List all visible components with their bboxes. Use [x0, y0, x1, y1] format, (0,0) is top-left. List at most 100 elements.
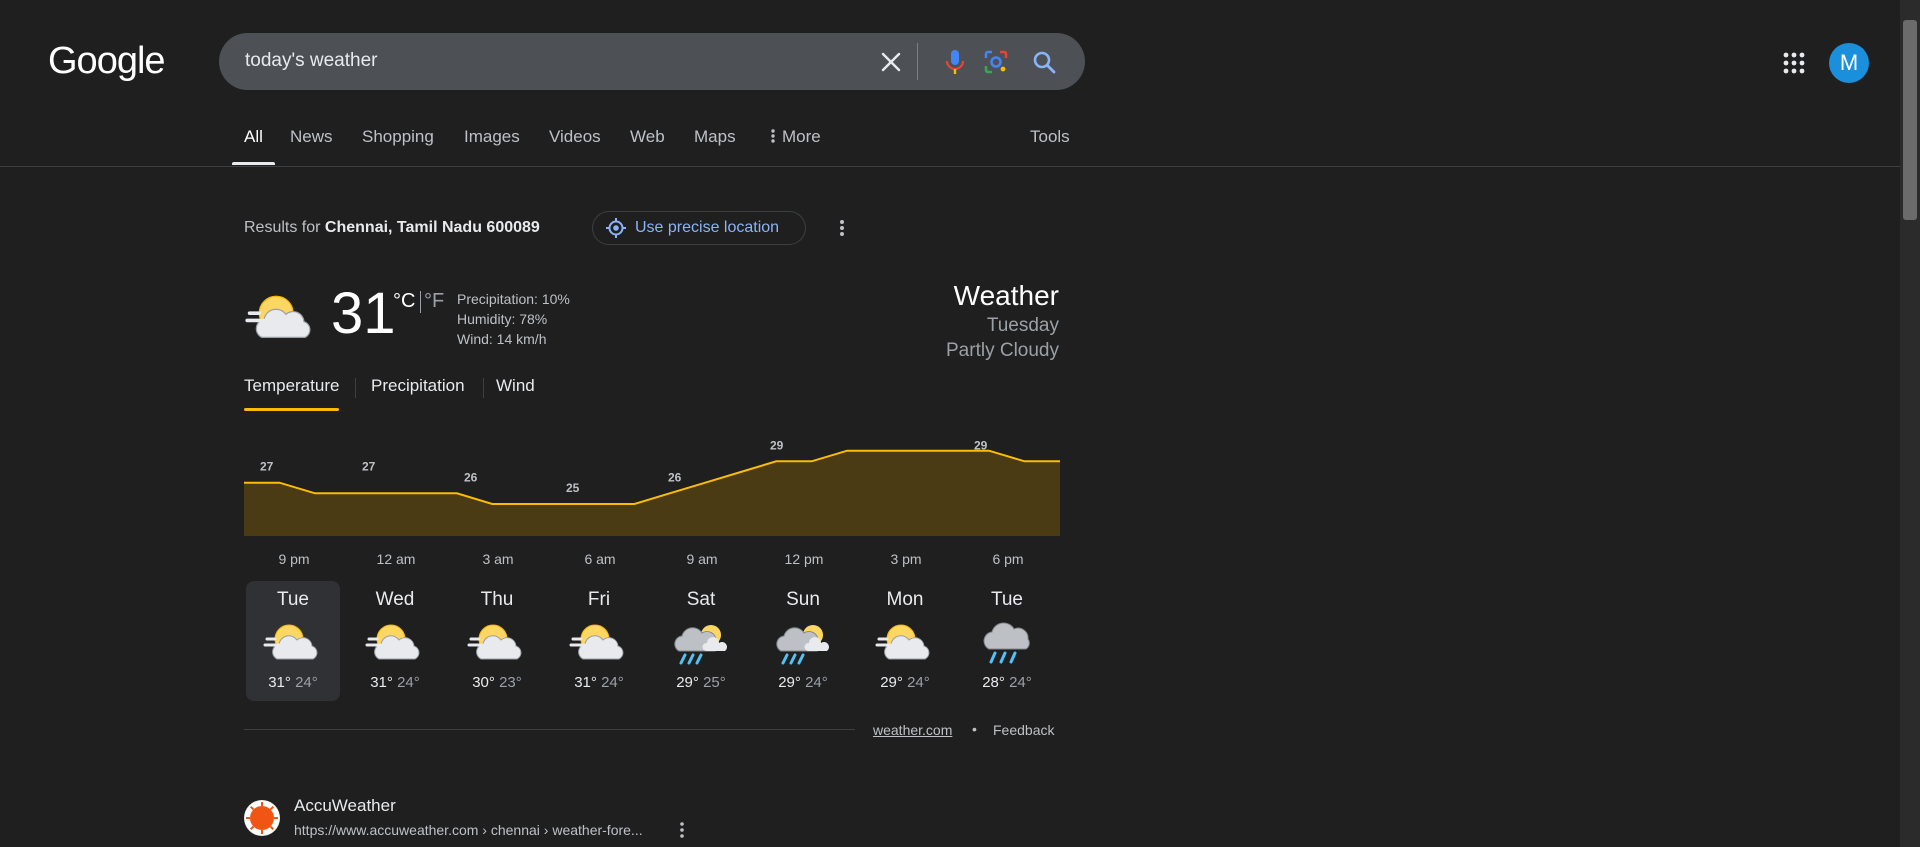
temperature-label: 30 [872, 440, 886, 442]
time-label: 12 am [377, 551, 416, 567]
time-label: 6 pm [992, 551, 1023, 567]
forecast-high: 29° [880, 674, 903, 691]
subtab-wind[interactable]: Wind [496, 376, 535, 396]
forecast-temps: 28° 24° [960, 674, 1054, 691]
time-label: 9 pm [278, 551, 309, 567]
temperature-chart[interactable]: 27 27 26 25 26 29 30 29 9 pm 12 am 3 am 6 am 9 am 12… [244, 440, 1060, 580]
forecast-temps: 31° 24° [552, 674, 646, 691]
forecast-day-name: Thu [480, 589, 514, 610]
temperature-label: 27 [260, 460, 274, 474]
scattered-thunderstorms-icon [671, 619, 731, 667]
header: Google today's weather M All News Shoppi… [0, 0, 1900, 167]
time-label: 12 pm [785, 551, 824, 567]
tab-videos[interactable]: Videos [549, 127, 601, 165]
weather-summary: Weather Tuesday Partly Cloudy [946, 279, 1059, 363]
tab-maps[interactable]: Maps [694, 127, 736, 165]
feedback-link[interactable]: Feedback [993, 722, 1054, 738]
forecast-day[interactable]: Thu 30° 23° [450, 581, 544, 701]
humidity-detail: Humidity: 78% [457, 311, 548, 327]
search-box[interactable]: today's weather [219, 33, 1085, 90]
forecast-low: 24° [397, 674, 420, 691]
more-vert-icon[interactable] [670, 818, 694, 842]
footer-separator: • [972, 721, 977, 737]
forecast-temps: 29° 24° [756, 674, 850, 691]
partly-cloudy-icon [244, 289, 318, 347]
forecast-day[interactable]: Fri 31° 24° [552, 581, 646, 701]
temperature-label: 29 [974, 440, 988, 452]
tools-button[interactable]: Tools [1030, 127, 1070, 147]
time-labels: 9 pm 12 am 3 am 6 am 9 am 12 pm 3 pm 6 pm [278, 551, 1023, 567]
source-link[interactable]: weather.com [873, 722, 952, 738]
partly-cloudy-icon [365, 619, 425, 667]
forecast-day-name: Fri [587, 589, 611, 610]
mic-icon[interactable] [938, 45, 972, 79]
use-precise-location-button[interactable]: Use precise location [592, 211, 806, 245]
forecast-day[interactable]: Tue 31° 24° [246, 581, 340, 701]
time-label: 3 am [482, 551, 513, 567]
apps-grid-icon[interactable] [1777, 46, 1811, 80]
forecast-temps: 31° 24° [348, 674, 442, 691]
search-icon[interactable] [1027, 45, 1061, 79]
forecast-day-name: Sat [686, 589, 716, 610]
google-logo[interactable]: Google [48, 40, 166, 83]
daily-forecast: Tue 31° 24° Wed 31° 24° Thu 30° 23° Fri 31° 24°… [244, 581, 1060, 701]
accuweather-favicon [244, 800, 280, 836]
temperature-label: 29 [770, 440, 784, 452]
close-icon[interactable] [874, 45, 908, 79]
temperature-label: 26 [668, 470, 682, 484]
weather-details: Precipitation: 10% Humidity: 78% Wind: 1… [457, 289, 570, 349]
subtab-divider [483, 378, 484, 398]
forecast-temps: 31° 24° [246, 674, 340, 691]
subtab-temperature[interactable]: Temperature [244, 376, 340, 411]
celsius-toggle[interactable]: °C [393, 290, 415, 313]
temperature-label: 27 [362, 460, 376, 474]
search-input[interactable]: today's weather [245, 50, 377, 72]
current-temperature: 31 [331, 281, 396, 346]
location-target-icon [606, 218, 626, 238]
scrollbar-thumb[interactable] [1903, 20, 1917, 220]
time-label: 9 am [686, 551, 717, 567]
forecast-day[interactable]: Tue 28° 24° [960, 581, 1054, 701]
forecast-low: 25° [703, 674, 726, 691]
forecast-day[interactable]: Wed 31° 24° [348, 581, 442, 701]
forecast-day-name: Tue [276, 589, 310, 610]
tab-news[interactable]: News [290, 127, 333, 165]
tab-shopping[interactable]: Shopping [362, 127, 434, 165]
more-vert-icon [771, 129, 775, 143]
time-label: 3 pm [890, 551, 921, 567]
partly-cloudy-icon [875, 619, 935, 667]
forecast-day-name: Tue [990, 589, 1024, 610]
tab-images[interactable]: Images [464, 127, 520, 165]
lens-icon[interactable] [979, 45, 1013, 79]
partly-cloudy-icon [467, 619, 527, 667]
location-name: Chennai, Tamil Nadu 600089 [324, 219, 540, 236]
more-vert-icon[interactable] [826, 212, 858, 244]
weather-condition: Partly Cloudy [946, 340, 1059, 361]
forecast-low: 24° [1009, 674, 1032, 691]
fahrenheit-toggle[interactable]: °F [424, 290, 444, 313]
forecast-high: 29° [778, 674, 801, 691]
tab-more[interactable]: More [770, 127, 821, 165]
subtab-precipitation[interactable]: Precipitation [371, 376, 465, 396]
forecast-low: 24° [805, 674, 828, 691]
forecast-day[interactable]: Sat 29° 25° [654, 581, 748, 701]
avatar[interactable]: M [1829, 43, 1869, 83]
result-site-name[interactable]: AccuWeather [294, 796, 396, 816]
forecast-day-name: Sun [786, 589, 820, 610]
precipitation-detail: Precipitation: 10% [457, 291, 570, 307]
time-label: 6 am [584, 551, 615, 567]
forecast-low: 24° [601, 674, 624, 691]
forecast-day-name: Wed [375, 589, 415, 610]
forecast-day[interactable]: Mon 29° 24° [858, 581, 952, 701]
forecast-high: 31° [370, 674, 393, 691]
tab-all[interactable]: All [232, 127, 275, 165]
forecast-high: 28° [982, 674, 1005, 691]
forecast-day[interactable]: Sun 29° 24° [756, 581, 850, 701]
tab-more-label: More [782, 127, 821, 146]
result-url[interactable]: https://www.accuweather.com › chennai › … [294, 822, 643, 838]
tab-web[interactable]: Web [630, 127, 665, 165]
scattered-thunderstorms-icon [773, 619, 833, 667]
forecast-low: 24° [295, 674, 318, 691]
page-scrollbar[interactable] [1900, 0, 1920, 847]
wind-detail: Wind: 14 km/h [457, 331, 547, 347]
